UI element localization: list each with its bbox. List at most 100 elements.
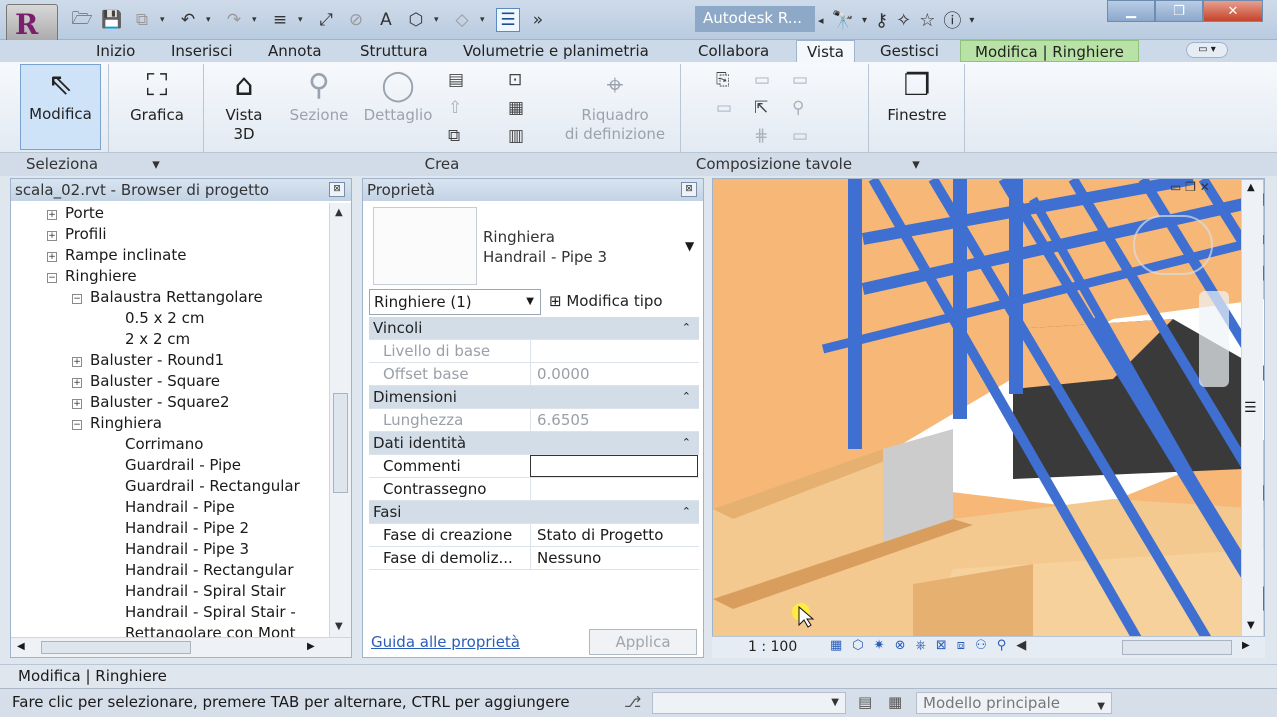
star-icon[interactable]: ☆ [919, 10, 935, 31]
duplicate-view-icon[interactable]: ⊡ [508, 70, 522, 90]
ribbon-minimize-icon[interactable]: ▭ ▾ [1186, 42, 1228, 58]
maximize-icon[interactable]: ❐ [1155, 0, 1203, 22]
close-icon[interactable]: ⊠ [329, 182, 345, 197]
tree-node-porte[interactable]: + Porte [47, 203, 104, 224]
matchline-icon[interactable]: ⚲ [792, 98, 804, 118]
scroll-right-icon[interactable]: ▶ [307, 641, 315, 652]
tree-node-profili[interactable]: + Profili [47, 224, 107, 245]
temporary-hide-icon[interactable]: ⚇ [975, 638, 987, 653]
chevron-down-icon[interactable]: ▾ [434, 15, 444, 25]
align-icon[interactable]: ≡ [268, 8, 292, 32]
tab-struttura[interactable]: Struttura [360, 40, 428, 62]
legends-icon[interactable]: ▦ [508, 98, 524, 118]
collapse-icon[interactable]: − [47, 273, 57, 283]
sheet-icon[interactable]: ⎘ [716, 70, 730, 90]
workset-dropdown[interactable]: ▼ [652, 692, 846, 714]
collapse-icon[interactable]: − [72, 420, 82, 430]
scroll-thumb[interactable] [41, 641, 191, 654]
section-fasi[interactable]: Fasi ⌃ [369, 501, 699, 524]
sun-path-icon[interactable]: ✷ [874, 638, 885, 653]
key-icon[interactable]: ⚷ [875, 10, 888, 31]
undo-icon[interactable]: ↶ [176, 8, 200, 32]
edit-type-button[interactable]: ⊞ Modifica tipo [549, 292, 663, 310]
open-icon[interactable]: 🗁 [70, 8, 94, 32]
tree-node-type[interactable]: Handrail - Pipe [125, 497, 235, 518]
contrassegno-input[interactable] [530, 478, 698, 500]
scroll-up-icon[interactable]: ▲ [1247, 182, 1255, 193]
save-icon[interactable]: 💾 [100, 8, 124, 32]
design-option-dropdown[interactable]: Modello principale ▼ [916, 692, 1112, 714]
binoculars-icon[interactable]: 🔭 [832, 10, 854, 31]
tree-node-baluster-square[interactable]: + Baluster - Square [72, 371, 220, 392]
type-selector[interactable]: Ringhiera Handrail - Pipe 3 ▼ [369, 207, 699, 287]
tag-icon[interactable]: ⊘ [344, 8, 368, 32]
close-icon[interactable]: ✕ [1203, 0, 1263, 22]
tab-modifica-ringhiere[interactable]: Modifica | Ringhiere [960, 40, 1139, 62]
tree-node-type[interactable]: Handrail - Pipe 2 [125, 518, 249, 539]
tab-vista[interactable]: Vista [796, 40, 855, 62]
view-scale[interactable]: 1 : 100 [748, 639, 797, 655]
expand-icon[interactable]: + [47, 252, 57, 262]
scroll-right-icon[interactable]: ▶ [1242, 640, 1250, 651]
instance-filter-dropdown[interactable]: Ringhiere (1) ▼ [369, 289, 541, 315]
tab-gestisci[interactable]: Gestisci [880, 40, 939, 62]
revisions-icon[interactable]: ▭ [792, 70, 808, 90]
schedules-icon[interactable]: ▥ [508, 126, 524, 146]
scroll-left-icon[interactable]: ◀ [1016, 638, 1026, 653]
default-3d-view-icon[interactable]: ⬡ [404, 8, 428, 32]
expand-icon[interactable]: + [72, 357, 82, 367]
sync-icon[interactable]: ⧉ [130, 8, 154, 32]
editing-requests-icon[interactable]: ▤ [858, 693, 872, 711]
finestre-button[interactable]: ❐ Finestre [876, 66, 958, 146]
show-crop-icon[interactable]: ⧈ [957, 638, 965, 653]
view-reference-icon[interactable]: ⋕ [754, 126, 768, 146]
scroll-down-icon[interactable]: ▼ [335, 621, 343, 632]
tree-node-type[interactable]: Handrail - Rectangular [125, 560, 294, 581]
tab-annota[interactable]: Annota [268, 40, 322, 62]
chevron-down-icon[interactable]: ▾ [862, 15, 867, 26]
chevron-left-icon[interactable]: ◂ [818, 14, 824, 27]
project-browser-hscroll[interactable]: ◀ ▶ [11, 637, 351, 657]
vista-3d-button[interactable]: ⌂ Vista 3D [216, 66, 272, 150]
drafting-view-icon[interactable]: ⧉ [448, 126, 460, 146]
tree-node-balaustra[interactable]: − Balaustra Rettangolare [72, 287, 263, 308]
chevron-down-icon[interactable]: ▾ [206, 15, 216, 25]
activate-view-icon[interactable]: ▭ [792, 126, 808, 146]
tree-node-type[interactable]: 0.5 x 2 cm [125, 308, 204, 329]
grafica-dropdown-icon[interactable]: ▾ [110, 153, 202, 175]
expand-icon[interactable]: + [47, 231, 57, 241]
menu-icon[interactable]: ☰ [1244, 400, 1257, 416]
expand-icon[interactable]: + [72, 378, 82, 388]
plan-views-icon[interactable]: ▤ [448, 70, 464, 90]
chevron-down-icon[interactable]: ▾ [252, 15, 262, 25]
worksets-icon[interactable]: ⎇ [624, 693, 641, 711]
section-dati-identita[interactable]: Dati identità ⌃ [369, 432, 699, 455]
minimize-icon[interactable]: ▁ [1107, 0, 1155, 22]
tree-node-baluster-round[interactable]: + Baluster - Round1 [72, 350, 224, 371]
viewcube-icon[interactable] [1133, 215, 1213, 275]
fase-demolizione-value[interactable]: Nessuno [530, 547, 698, 569]
viewport-hscroll-thumb[interactable] [1122, 640, 1232, 655]
finestre-dropdown-icon[interactable]: ▾ [870, 153, 962, 175]
modifica-button[interactable]: ⇖ Modifica [20, 64, 101, 150]
title-block-icon[interactable]: ▭ [754, 70, 770, 90]
expand-icon[interactable]: + [72, 399, 82, 409]
guide-grid-icon[interactable]: ▭ [716, 98, 732, 118]
text-icon[interactable]: A [374, 8, 398, 32]
chevron-down-icon[interactable]: ▼ [685, 239, 694, 253]
3d-viewport[interactable] [712, 178, 1265, 658]
expand-icon[interactable]: + [47, 210, 57, 220]
grafica-button[interactable]: ⛶ Grafica [120, 66, 194, 146]
help-icon[interactable]: ⓘ [943, 7, 961, 33]
detail-level-icon[interactable]: ▦ [830, 638, 842, 653]
tree-node-type[interactable]: Guardrail - Rectangular [125, 476, 300, 497]
application-menu-button[interactable]: R [6, 4, 58, 44]
scroll-thumb[interactable] [333, 393, 348, 493]
chevron-down-icon[interactable]: ▾ [480, 15, 490, 25]
tree-node-rampe[interactable]: + Rampe inclinate [47, 245, 186, 266]
thin-lines-icon[interactable]: ☰ [496, 8, 520, 32]
redo-icon[interactable]: ↷ [222, 8, 246, 32]
tree-node-type[interactable]: Handrail - Spiral Stair - [125, 602, 296, 623]
sezione-button[interactable]: ⚲ Sezione [284, 66, 354, 146]
properties-help-link[interactable]: Guida alle proprietà [371, 633, 520, 651]
